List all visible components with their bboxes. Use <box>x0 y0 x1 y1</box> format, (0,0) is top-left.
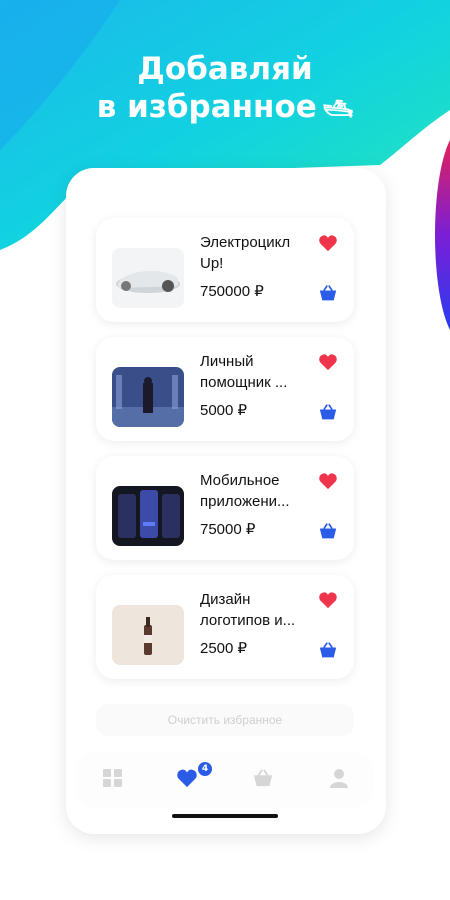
basket-icon[interactable] <box>318 641 338 659</box>
headline-line-2: в избранное 🛥 <box>0 88 450 128</box>
basket-icon[interactable] <box>318 403 338 421</box>
item-title[interactable]: Электроцикл Up! <box>200 232 316 274</box>
heart-icon[interactable] <box>318 591 338 609</box>
app-image <box>112 486 184 546</box>
promo-headline: Добавляй в избранное 🛥 <box>0 50 450 128</box>
assistant-image <box>112 367 184 427</box>
item-title[interactable]: Дизайн логотипов и... <box>200 589 316 631</box>
favorites-count-badge: 4 <box>198 762 212 776</box>
logo-design-image <box>112 605 184 665</box>
item-price: 5000 ₽ <box>200 402 248 419</box>
favorites-icon[interactable] <box>176 768 198 788</box>
boat-emoji: 🛥 <box>322 94 354 123</box>
car-image <box>112 248 184 308</box>
bottom-tab-bar <box>76 752 374 808</box>
item-title[interactable]: Личный помощник ... <box>200 351 316 393</box>
favorite-card[interactable]: Личный помощник ... 5000 ₽ <box>96 337 354 441</box>
headline-line-2-text: в избранное <box>96 89 317 125</box>
basket-icon[interactable] <box>318 284 338 302</box>
heart-icon[interactable] <box>318 353 338 371</box>
item-price: 2500 ₽ <box>200 640 248 657</box>
headline-line-1: Добавляй <box>137 51 313 87</box>
item-price: 75000 ₽ <box>200 521 256 538</box>
item-title[interactable]: Мобильное приложени... <box>200 470 316 512</box>
decorative-arc <box>435 140 450 330</box>
item-price: 750000 ₽ <box>200 283 264 300</box>
basket-tab-icon[interactable] <box>252 768 274 788</box>
catalog-icon[interactable] <box>102 768 124 788</box>
basket-icon[interactable] <box>318 522 338 540</box>
favorite-card[interactable]: Электроцикл Up! 750000 ₽ <box>96 218 354 322</box>
favorite-card[interactable]: Дизайн логотипов и... 2500 ₽ <box>96 575 354 679</box>
heart-icon[interactable] <box>318 234 338 252</box>
clear-favorites-button[interactable]: Очистить избранное <box>96 704 354 736</box>
heart-icon[interactable] <box>318 472 338 490</box>
home-indicator <box>172 814 278 818</box>
profile-icon[interactable] <box>328 768 350 788</box>
favorite-card[interactable]: Мобильное приложени... 75000 ₽ <box>96 456 354 560</box>
